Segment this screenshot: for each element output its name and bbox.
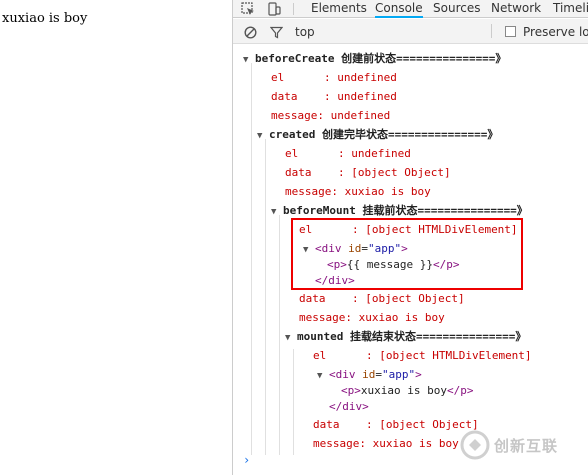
tab-sources[interactable]: Sources [433,0,480,18]
console-row: message: xuxiao is boy [313,436,459,452]
expand-triangle-icon: ▼ [317,371,323,381]
console-output: ▼ beforeCreate 创建前状态===============》 el :… [233,45,588,475]
console-row: message: undefined [271,108,390,124]
console-group-header[interactable]: ▼ mounted 挂载结束状态===============》 [285,329,526,345]
row-value: undefined [337,90,397,103]
inspect-element-icon[interactable] [241,0,255,18]
page-viewport: xuxiao is boy [0,0,232,475]
console-row: data : [object Object] [285,165,451,181]
row-value: [object HTMLDivElement] [379,349,532,362]
devtools-tabbar: Elements Console Sources Network Timelir [233,0,588,18]
row-key: data : [313,418,380,431]
row-value: undefined [351,147,411,160]
context-selector[interactable]: top [295,25,315,39]
console-row: data : [object Object] [299,291,465,307]
row-key: el : [285,147,352,160]
watermark: 创新互联 [460,428,588,462]
console-prompt[interactable]: › [243,453,250,467]
group-guide [251,63,252,455]
row-key: message: [299,311,359,324]
row-value: xuxiao is boy [372,437,459,450]
row-key: data : [285,166,352,179]
group-title: beforeMount 挂载前状态===============》 [283,204,528,217]
tab-elements[interactable]: Elements [311,0,367,18]
console-row: message: xuxiao is boy [299,310,445,326]
group-title: beforeCreate 创建前状态===============》 [255,52,507,65]
tab-timeline[interactable]: Timelir [553,0,588,18]
console-row: el : undefined [285,146,411,162]
expand-triangle-icon: ▼ [271,207,277,217]
expand-triangle-icon: ▼ [243,55,249,65]
highlight-box [291,218,523,290]
console-group-header[interactable]: ▼ created 创建完毕状态===============》 [257,127,498,143]
watermark-logo-icon [460,430,490,460]
toolbar-divider [491,24,492,38]
row-value: [object Object] [351,166,451,179]
page-text: xuxiao is boy [2,11,88,26]
console-row: data : undefined [271,89,397,105]
row-key: message: [271,109,331,122]
console-row: data : [object Object] [313,417,479,433]
tab-console[interactable]: Console [375,0,423,18]
console-group-header[interactable]: ▼ beforeCreate 创建前状态===============》 [243,51,506,67]
group-guide [265,139,266,455]
watermark-text: 创新互联 [494,436,559,455]
row-key: data : [299,292,366,305]
expand-triangle-icon: ▼ [285,333,291,343]
row-key: data : [271,90,338,103]
row-key: message: [285,185,345,198]
expand-triangle-icon: ▼ [257,131,263,141]
group-guide [293,349,294,455]
row-value: xuxiao is boy [358,311,445,324]
device-toolbar-icon[interactable] [267,0,281,18]
dom-node-close: </div> [329,400,369,413]
tabbar-divider [293,3,294,15]
clear-console-icon[interactable] [243,25,257,39]
console-row: message: xuxiao is boy [285,184,431,200]
preserve-log-checkbox[interactable] [505,26,516,37]
row-value: xuxiao is boy [344,185,431,198]
console-row: el : undefined [271,70,397,86]
group-title: mounted 挂载结束状态===============》 [297,330,527,343]
row-value: undefined [330,109,391,122]
dom-node-open[interactable]: ▼ <div id="app"> [317,367,422,383]
console-group-header[interactable]: ▼ beforeMount 挂载前状态===============》 [271,203,528,219]
row-key: el : [313,349,380,362]
dom-inner-text: xuxiao is boy [360,384,447,397]
console-toolbar: top Preserve log [233,19,588,44]
console-row: el : [object HTMLDivElement] [313,348,532,364]
row-key: message: [313,437,373,450]
preserve-log-label: Preserve log [523,25,588,39]
row-value: undefined [337,71,397,84]
row-value: [object Object] [365,292,465,305]
dom-node-child: <p>xuxiao is boy</p> [341,384,474,397]
tab-network[interactable]: Network [491,0,541,18]
group-guide [279,215,280,455]
devtools-panel: Elements Console Sources Network Timelir… [232,0,588,475]
row-key: el : [271,71,338,84]
filter-icon[interactable] [269,25,283,39]
group-title: created 创建完毕状态===============》 [269,128,499,141]
